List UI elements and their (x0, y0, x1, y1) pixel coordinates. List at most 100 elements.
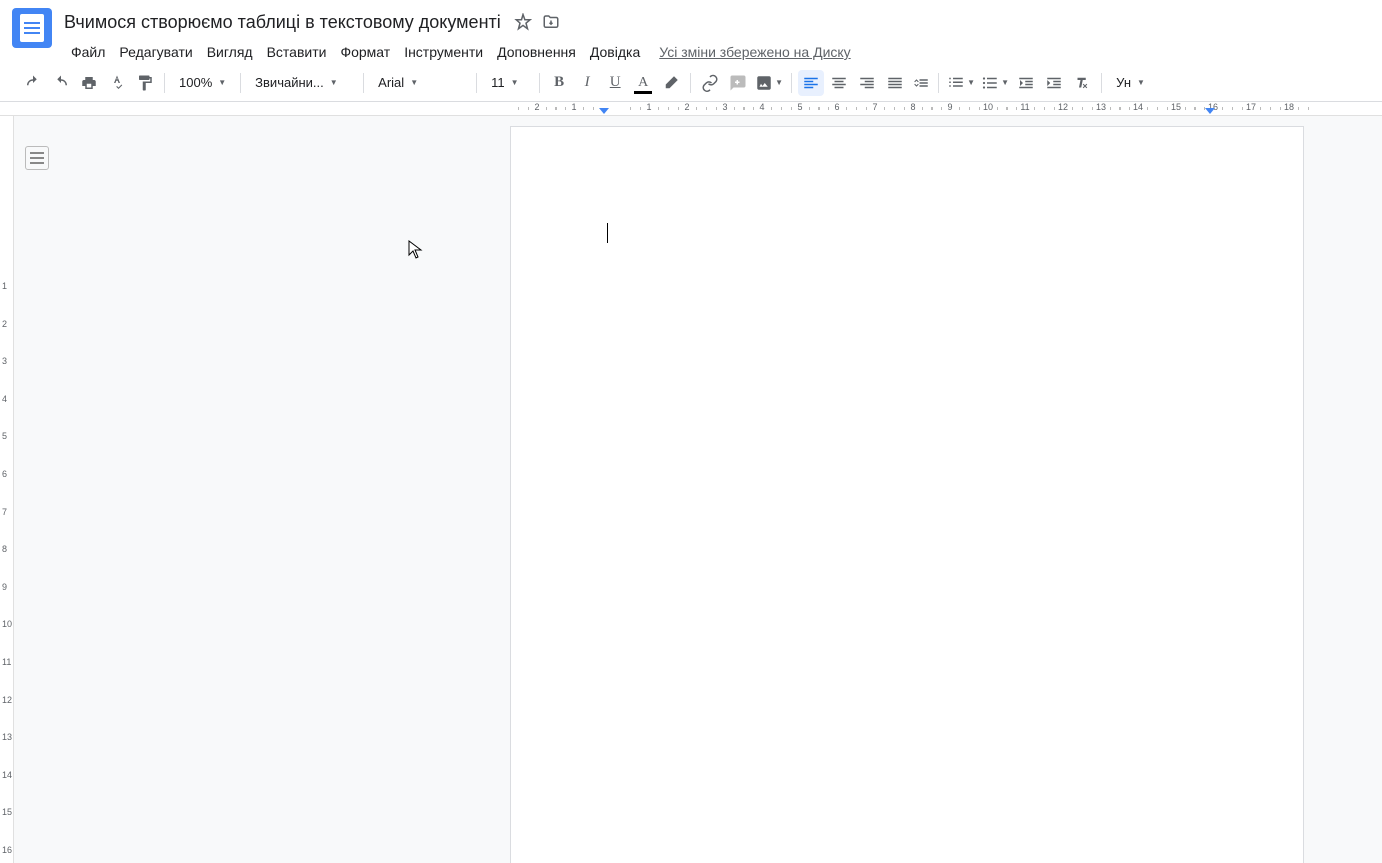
chevron-down-icon[interactable]: ▼ (775, 78, 785, 87)
chevron-down-icon: ▼ (1137, 78, 1145, 87)
ruler-tick-label: 7 (2, 507, 7, 517)
document-outline-icon[interactable] (25, 146, 49, 170)
align-center-button[interactable] (826, 70, 852, 96)
align-left-button[interactable] (798, 70, 824, 96)
redo-button[interactable] (48, 70, 74, 96)
ruler-tick-label: 2 (534, 102, 539, 112)
line-spacing-button[interactable] (910, 70, 932, 96)
ruler-tick-label: 12 (1058, 102, 1068, 112)
paint-format-button[interactable] (132, 70, 158, 96)
chevron-down-icon: ▼ (330, 78, 338, 87)
italic-button[interactable]: I (574, 70, 600, 96)
ruler-tick-label: 6 (2, 469, 7, 479)
horizontal-ruler[interactable]: 21123456789101112131415161718 (0, 102, 1382, 116)
ruler-tick-label: 14 (2, 770, 12, 780)
text-cursor (607, 223, 608, 243)
indent-marker-icon[interactable] (599, 108, 609, 116)
align-justify-button[interactable] (882, 70, 908, 96)
menu-addons[interactable]: Доповнення (490, 40, 583, 64)
style-value: Звичайни... (255, 75, 324, 90)
app-header: Вчимося створюємо таблиці в текстовому д… (0, 0, 1382, 64)
ruler-tick-label: 10 (983, 102, 993, 112)
ruler-tick-label: 5 (2, 431, 7, 441)
docs-app-icon[interactable] (12, 8, 52, 48)
menu-view[interactable]: Вигляд (200, 40, 260, 64)
ruler-tick-label: 15 (1171, 102, 1181, 112)
numbered-list-button[interactable]: ▼ (945, 70, 977, 96)
ruler-tick-label: 2 (2, 319, 7, 329)
align-right-button[interactable] (854, 70, 880, 96)
ruler-tick-label: 11 (2, 657, 11, 667)
ruler-tick-label: 9 (2, 582, 7, 592)
chevron-down-icon: ▼ (410, 78, 418, 87)
save-status-link[interactable]: Усі зміни збережено на Диску (659, 44, 850, 60)
chevron-down-icon: ▼ (511, 78, 519, 87)
increase-indent-button[interactable] (1041, 70, 1067, 96)
decrease-indent-button[interactable] (1013, 70, 1039, 96)
ruler-tick-label: 3 (722, 102, 727, 112)
input-method-label: Ун (1116, 75, 1131, 90)
menu-format[interactable]: Формат (333, 40, 397, 64)
ruler-tick-label: 11 (1020, 102, 1029, 112)
text-color-button[interactable]: A (630, 70, 656, 96)
font-size-value: 11 (491, 75, 505, 90)
menu-help[interactable]: Довідка (583, 40, 647, 64)
clear-formatting-button[interactable] (1069, 70, 1095, 96)
ruler-tick-label: 1 (571, 102, 576, 112)
highlight-color-button[interactable] (658, 70, 684, 96)
vertical-ruler[interactable]: 12345678910111213141516 (0, 116, 14, 863)
ruler-tick-label: 13 (1096, 102, 1106, 112)
ruler-tick-label: 4 (759, 102, 764, 112)
menu-file[interactable]: Файл (64, 40, 112, 64)
ruler-tick-label: 2 (684, 102, 689, 112)
chevron-down-icon[interactable]: ▼ (967, 78, 977, 87)
spellcheck-button[interactable] (104, 70, 130, 96)
move-to-folder-icon[interactable] (541, 12, 561, 32)
underline-button[interactable]: U (602, 70, 628, 96)
print-button[interactable] (76, 70, 102, 96)
ruler-tick-label: 8 (910, 102, 915, 112)
paragraph-style-dropdown[interactable]: Звичайни... ▼ (247, 70, 357, 96)
input-method-dropdown[interactable]: Ун ▼ (1108, 70, 1153, 96)
chevron-down-icon[interactable]: ▼ (1001, 78, 1011, 87)
ruler-tick-label: 15 (2, 807, 12, 817)
zoom-dropdown[interactable]: 100% ▼ (171, 70, 234, 96)
ruler-tick-label: 6 (834, 102, 839, 112)
font-value: Arial (378, 75, 404, 90)
ruler-tick-label: 1 (646, 102, 651, 112)
workspace: 12345678910111213141516 (0, 116, 1382, 863)
ruler-tick-label: 10 (2, 619, 12, 629)
document-page[interactable] (510, 126, 1304, 863)
document-title[interactable]: Вчимося створюємо таблиці в текстовому д… (64, 12, 501, 33)
ruler-tick-label: 9 (947, 102, 952, 112)
menu-bar: Файл Редагувати Вигляд Вставити Формат І… (64, 38, 1370, 66)
menu-tools[interactable]: Інструменти (397, 40, 490, 64)
undo-button[interactable] (20, 70, 46, 96)
ruler-tick-label: 12 (2, 695, 12, 705)
font-family-dropdown[interactable]: Arial ▼ (370, 70, 470, 96)
ruler-tick-label: 7 (872, 102, 877, 112)
menu-edit[interactable]: Редагувати (112, 40, 199, 64)
ruler-tick-label: 18 (1284, 102, 1294, 112)
insert-image-button[interactable]: ▼ (753, 70, 785, 96)
toolbar: 100% ▼ Звичайни... ▼ Arial ▼ 11 ▼ B I U … (0, 64, 1382, 102)
bold-button[interactable]: B (546, 70, 572, 96)
star-icon[interactable] (513, 12, 533, 32)
ruler-tick-label: 16 (2, 845, 12, 855)
outline-panel (14, 116, 60, 863)
right-indent-marker-icon[interactable] (1205, 108, 1215, 116)
ruler-tick-label: 8 (2, 544, 7, 554)
menu-insert[interactable]: Вставити (260, 40, 334, 64)
zoom-value: 100% (179, 75, 212, 90)
bulleted-list-button[interactable]: ▼ (979, 70, 1011, 96)
insert-link-button[interactable] (697, 70, 723, 96)
ruler-tick-label: 13 (2, 732, 12, 742)
ruler-tick-label: 14 (1133, 102, 1143, 112)
ruler-tick-label: 4 (2, 394, 7, 404)
document-canvas[interactable] (60, 116, 1382, 863)
add-comment-button[interactable] (725, 70, 751, 96)
ruler-tick-label: 3 (2, 356, 7, 366)
ruler-tick-label: 1 (2, 281, 7, 291)
font-size-dropdown[interactable]: 11 ▼ (483, 70, 533, 96)
ruler-tick-label: 5 (797, 102, 802, 112)
